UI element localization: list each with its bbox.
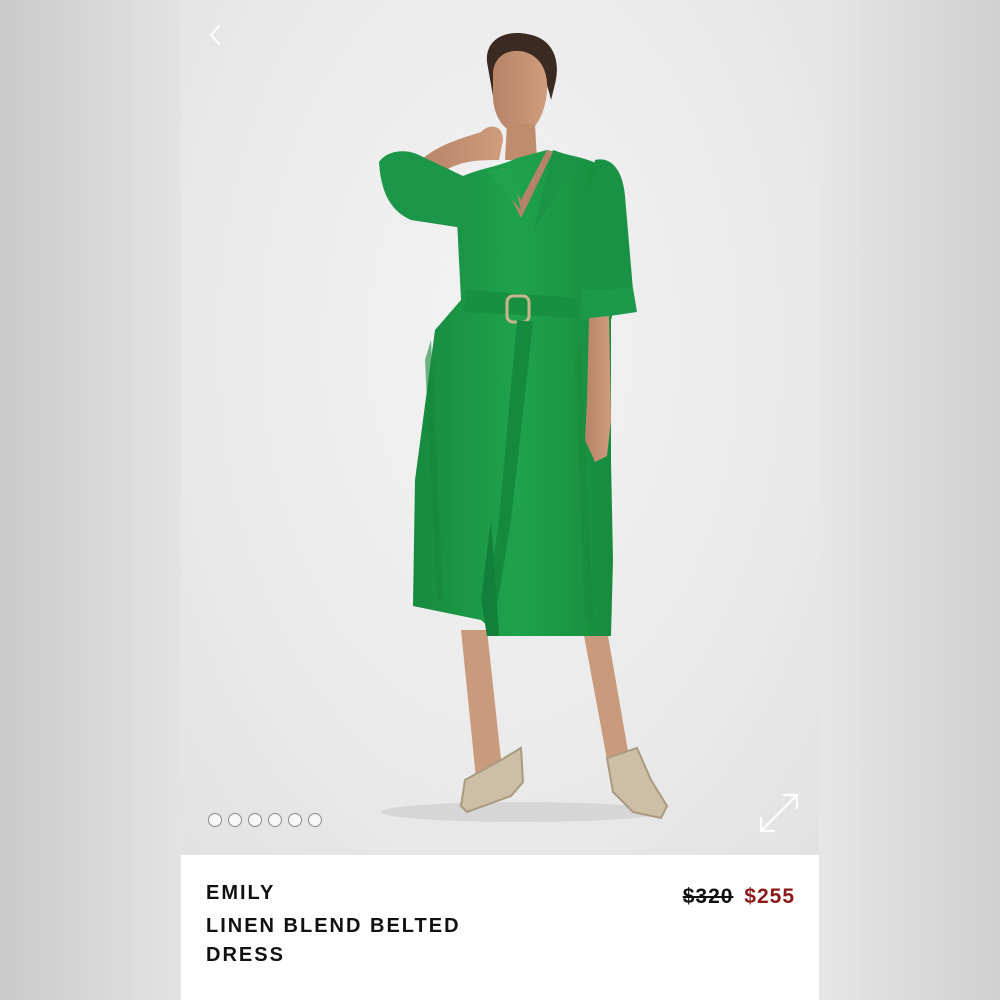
product-name: LINEN BLEND BELTED DRESS (206, 915, 461, 966)
expand-arrows-icon (759, 793, 799, 833)
price-group: $320 $255 (683, 885, 795, 909)
product-image[interactable] (181, 0, 819, 855)
product-brand: EMILY (206, 882, 276, 904)
gallery-dot[interactable] (288, 813, 302, 827)
back-button[interactable] (201, 20, 231, 50)
chevron-left-icon (210, 25, 220, 45)
model-illustration (379, 33, 669, 822)
product-card: EMILY LINEN BLEND BELTED DRESS $320 $255 (181, 0, 819, 1000)
expand-button[interactable] (756, 790, 802, 836)
gallery-dot[interactable] (308, 813, 322, 827)
gallery-dot[interactable] (268, 813, 282, 827)
gallery-pagination (208, 813, 322, 827)
gallery-dot[interactable] (208, 813, 222, 827)
product-info: EMILY LINEN BLEND BELTED DRESS $320 $255 (181, 855, 819, 1000)
sale-price: $255 (744, 885, 795, 908)
gallery-dot[interactable] (228, 813, 242, 827)
original-price: $320 (682, 885, 734, 908)
gallery-dot[interactable] (248, 813, 262, 827)
